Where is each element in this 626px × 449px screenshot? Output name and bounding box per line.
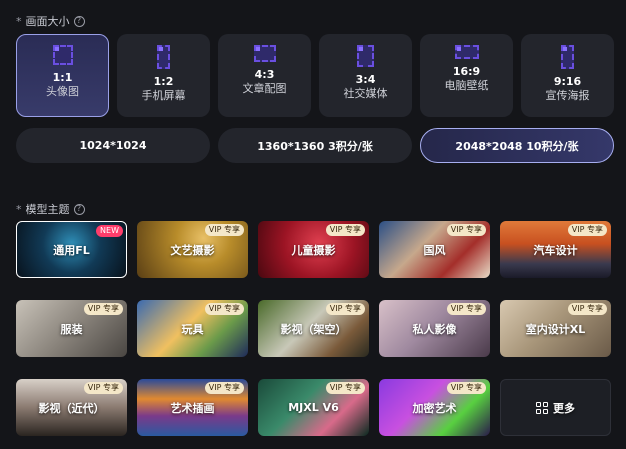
size-section-label: 画面大小	[25, 15, 70, 28]
vip-badge: VIP 专享	[325, 303, 365, 315]
model-card[interactable]: VIP 专享文艺摄影	[137, 221, 248, 278]
ratio-label: 9:16	[553, 75, 582, 88]
model-card[interactable]: VIP 专享私人影像	[379, 300, 490, 357]
model-grid: NEW 通用FL VIP 专享 文艺摄影 VIP 专享 儿童摄影 VIP 专享 国风 VIP 专…	[16, 221, 611, 436]
model-name: 通用FL	[53, 243, 90, 257]
model-card[interactable]: VIP 专享 玩具	[137, 300, 248, 357]
vip-badge: VIP 专享	[325, 224, 365, 236]
new-badge: NEW	[96, 225, 123, 237]
vip-badge: VIP 专享	[567, 224, 607, 236]
ratio-usage: 宣传海报	[545, 89, 590, 102]
vip-badge: VIP 专享	[446, 224, 486, 236]
model-name: 国风	[423, 243, 446, 257]
ratio-usage: 头像图	[46, 85, 79, 98]
vip-badge: VIP 专享	[83, 382, 123, 394]
required-marker: *	[16, 202, 22, 216]
vip-badge: VIP 专享	[83, 303, 123, 315]
vip-badge: VIP 专享	[325, 382, 365, 394]
model-name: 影视（近代）	[38, 401, 105, 415]
model-name: 文艺摄影	[170, 243, 215, 257]
vip-badge: VIP 专享	[204, 224, 244, 236]
model-card[interactable]: VIP 专享 服装	[16, 300, 127, 357]
model-name: 影视（架空）	[280, 322, 347, 336]
model-name: 艺术插画	[170, 401, 215, 415]
model-name: 室内设计XL	[525, 322, 586, 336]
vip-badge: VIP 专享	[204, 382, 244, 394]
model-card[interactable]: VIP 专享影视（近代）	[16, 379, 127, 436]
model-name: MJXL V6	[288, 401, 339, 414]
grid-icon	[536, 401, 548, 414]
model-card[interactable]: VIP 专享汽车设计	[500, 221, 611, 278]
aspect-ratio-icon	[52, 45, 73, 65]
model-card[interactable]: VIP 专享影视（架空）	[258, 300, 369, 357]
ratio-label: 1:2	[153, 75, 174, 88]
model-card[interactable]: VIP 专享室内设计XL	[500, 300, 611, 357]
ratio-option-4-3[interactable]: 4:3 文章配图	[218, 34, 311, 117]
vip-badge: VIP 专享	[204, 303, 244, 315]
resolution-option[interactable]: 1024*1024	[16, 128, 210, 163]
model-card[interactable]: VIP 专享 MJXL V6	[258, 379, 369, 436]
ratio-option-16-9[interactable]: 16:9 电脑壁纸	[420, 34, 513, 117]
model-card[interactable]: VIP 专享儿童摄影	[258, 221, 369, 278]
ratio-usage: 手机屏幕	[141, 89, 186, 102]
vip-badge: VIP 专享	[446, 303, 486, 315]
aspect-ratio-icon	[561, 45, 574, 69]
ratio-label: 16:9	[452, 65, 481, 78]
vip-badge: VIP 专享	[567, 303, 607, 315]
model-section-title: * 模型主题 ?	[16, 201, 85, 217]
resolution-option[interactable]: 1360*1360 3积分/张	[218, 128, 412, 163]
aspect-ratio-icon	[357, 45, 374, 67]
ratio-label: 1:1	[52, 71, 73, 84]
ratio-option-3-4[interactable]: 3:4 社交媒体	[319, 34, 412, 117]
ratio-usage: 电脑壁纸	[444, 79, 489, 92]
required-marker: *	[16, 14, 22, 28]
vip-badge: VIP 专享	[446, 382, 486, 394]
ratio-option-1-2[interactable]: 1:2 手机屏幕	[117, 34, 210, 117]
resolution-option[interactable]: 2048*2048 10积分/张	[420, 128, 614, 163]
more-label: 更多	[553, 401, 575, 415]
model-name: 加密艺术	[412, 401, 457, 415]
model-card[interactable]: NEW 通用FL	[16, 221, 127, 278]
ratio-label: 4:3	[254, 68, 275, 81]
model-name: 玩具	[181, 322, 204, 336]
ratio-usage: 社交媒体	[343, 87, 388, 100]
ratio-option-1-1[interactable]: 1:1 头像图	[16, 34, 109, 117]
aspect-ratio-icon	[157, 45, 170, 69]
model-section-label: 模型主题	[25, 203, 70, 216]
resolution-options: 1024*1024 1360*1360 3积分/张 2048*2048 10积分/张	[16, 128, 614, 163]
model-name: 私人影像	[412, 322, 457, 336]
ratio-option-9-16[interactable]: 9:16 宣传海报	[521, 34, 614, 117]
size-section-title: * 画面大小 ?	[16, 13, 85, 29]
more-models-button[interactable]: 更多	[500, 379, 611, 436]
model-name: 汽车设计	[533, 243, 578, 257]
help-icon[interactable]: ?	[73, 203, 85, 215]
aspect-ratio-icon	[454, 45, 479, 59]
ratio-options: 1:1 头像图 1:2 手机屏幕 4:3 文章配图 3:4 社交媒体 16:9 电脑壁纸 9:16 宣…	[16, 34, 614, 117]
model-name: 儿童摄影	[291, 243, 336, 257]
ratio-usage: 文章配图	[242, 82, 287, 95]
help-icon[interactable]: ?	[73, 15, 85, 27]
model-card[interactable]: VIP 专享 国风	[379, 221, 490, 278]
ratio-label: 3:4	[355, 73, 376, 86]
model-name: 服装	[60, 322, 83, 336]
model-card[interactable]: VIP 专享加密艺术	[379, 379, 490, 436]
model-card[interactable]: VIP 专享艺术插画	[137, 379, 248, 436]
aspect-ratio-icon	[253, 45, 276, 62]
